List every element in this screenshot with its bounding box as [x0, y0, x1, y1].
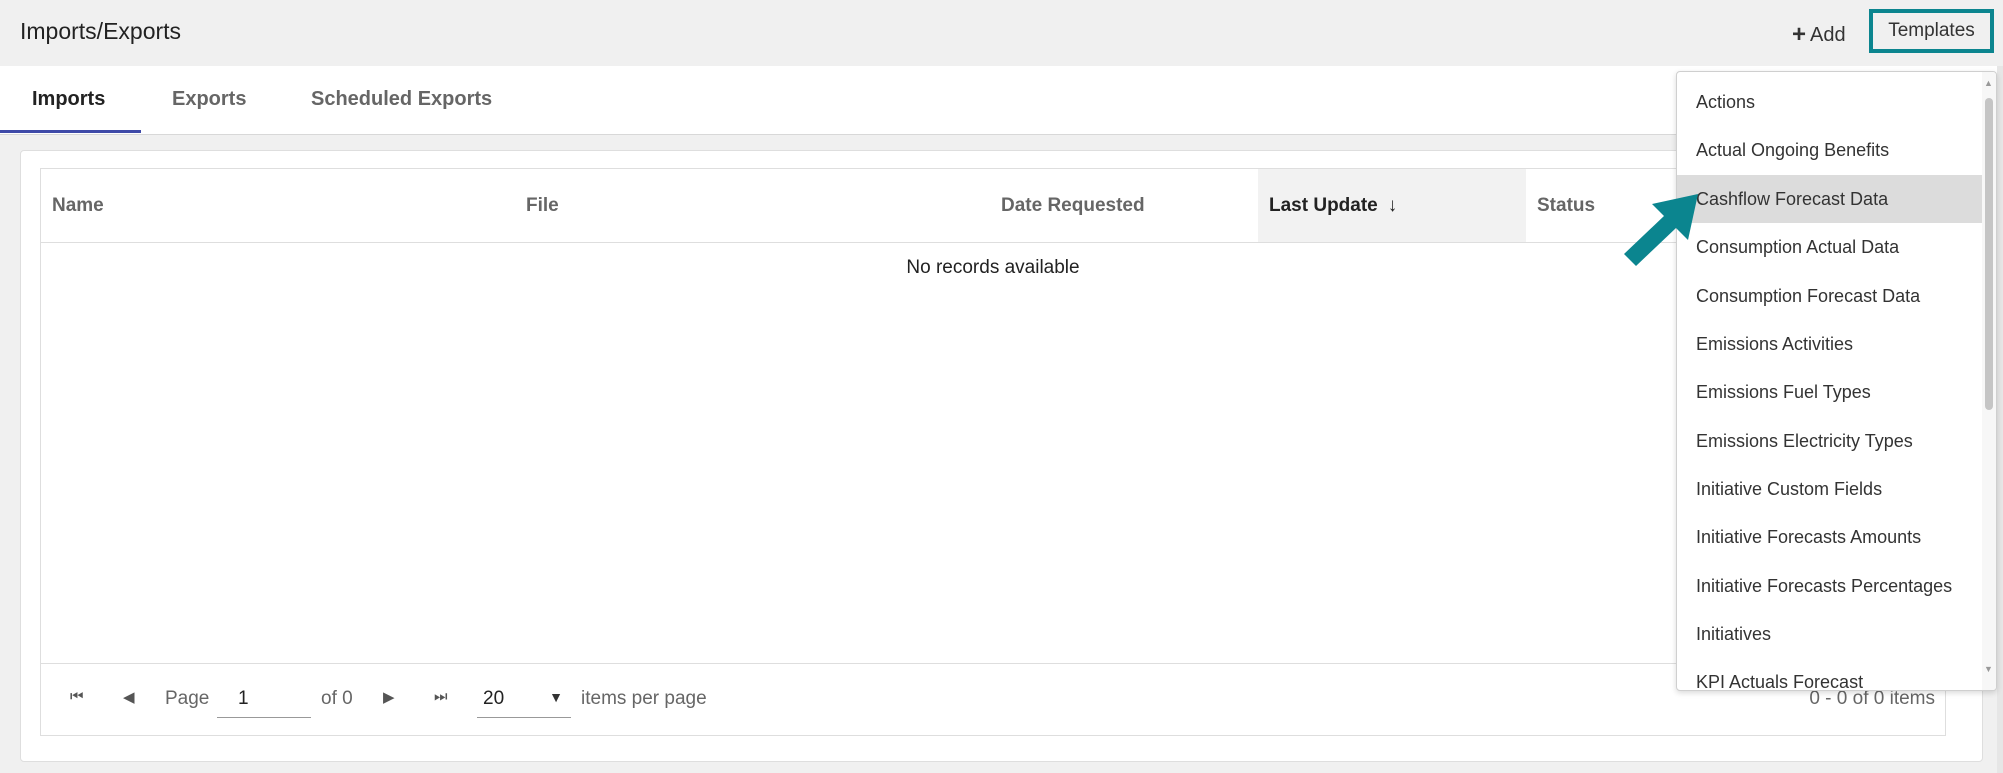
plus-icon: + [1792, 21, 1807, 48]
dropdown-scroll-thumb[interactable] [1985, 98, 1993, 410]
template-option[interactable]: Initiative Forecasts Percentages [1677, 562, 1983, 610]
pager: ⏮ ◀ Page of 0 ▶ ⏭ 20 ▼ items per page 0 … [41, 663, 1945, 735]
page-scrollbar[interactable] [1997, 66, 2003, 773]
templates-button[interactable]: Templates [1869, 9, 1994, 53]
last-page-icon[interactable]: ⏭ [434, 688, 448, 705]
previous-page-icon[interactable]: ◀ [123, 688, 135, 706]
add-button-label: Add [1810, 24, 1846, 46]
template-option[interactable]: Emissions Electricity Types [1677, 417, 1983, 465]
scroll-up-icon[interactable]: ▲ [1984, 78, 1993, 88]
page-of-label: of 0 [321, 688, 353, 709]
template-option[interactable]: Consumption Actual Data [1677, 223, 1983, 271]
active-tab-indicator [0, 130, 141, 133]
items-per-page-label: items per page [581, 688, 707, 709]
template-option[interactable]: Emissions Activities [1677, 320, 1983, 368]
template-option[interactable]: Initiative Forecasts Amounts [1677, 513, 1983, 561]
page-title: Imports/Exports [20, 18, 182, 44]
page-number-input[interactable] [217, 680, 311, 718]
template-option[interactable]: Initiatives [1677, 610, 1983, 658]
template-option[interactable]: Consumption Forecast Data [1677, 272, 1983, 320]
top-bar: Imports/Exports + Add Templates [0, 0, 2003, 66]
column-header-file[interactable]: File [515, 169, 990, 242]
template-option[interactable]: Actual Ongoing Benefits [1677, 126, 1983, 174]
column-header-last-update-label: Last Update [1269, 194, 1378, 216]
items-per-page-select[interactable]: 20 ▼ [477, 680, 571, 718]
add-button[interactable]: + Add [1792, 20, 1846, 48]
tab-exports[interactable]: Exports [172, 88, 246, 111]
column-header-name[interactable]: Name [41, 169, 515, 242]
template-option[interactable]: KPI Actuals Forecast [1677, 658, 1983, 691]
column-header-date-requested[interactable]: Date Requested [990, 169, 1298, 242]
template-option[interactable]: Emissions Fuel Types [1677, 368, 1983, 416]
next-page-icon[interactable]: ▶ [383, 688, 395, 706]
page-label: Page [165, 688, 210, 709]
templates-button-label: Templates [1888, 20, 1975, 41]
column-header-last-update[interactable]: Last Update ↓ [1258, 169, 1526, 242]
items-count: 0 - 0 of 0 items [1809, 688, 1935, 709]
scroll-down-icon[interactable]: ▼ [1984, 664, 1993, 674]
tab-scheduled-exports[interactable]: Scheduled Exports [311, 88, 492, 111]
template-option[interactable]: Initiative Custom Fields [1677, 465, 1983, 513]
items-per-page-value: 20 [483, 688, 505, 709]
dropdown-scrollbar[interactable]: ▲ ▼ [1982, 72, 1996, 690]
template-option-highlighted[interactable]: Cashflow Forecast Data [1677, 175, 1983, 223]
caret-down-icon: ▼ [549, 689, 563, 705]
first-page-icon[interactable]: ⏮ [70, 688, 84, 705]
arrow-pointer-icon [1624, 194, 1698, 266]
tab-imports[interactable]: Imports [32, 88, 105, 111]
templates-dropdown: Actions Actual Ongoing Benefits Cashflow… [1676, 71, 1997, 691]
template-option[interactable]: Actions [1677, 78, 1983, 126]
sort-descending-icon: ↓ [1387, 194, 1398, 216]
